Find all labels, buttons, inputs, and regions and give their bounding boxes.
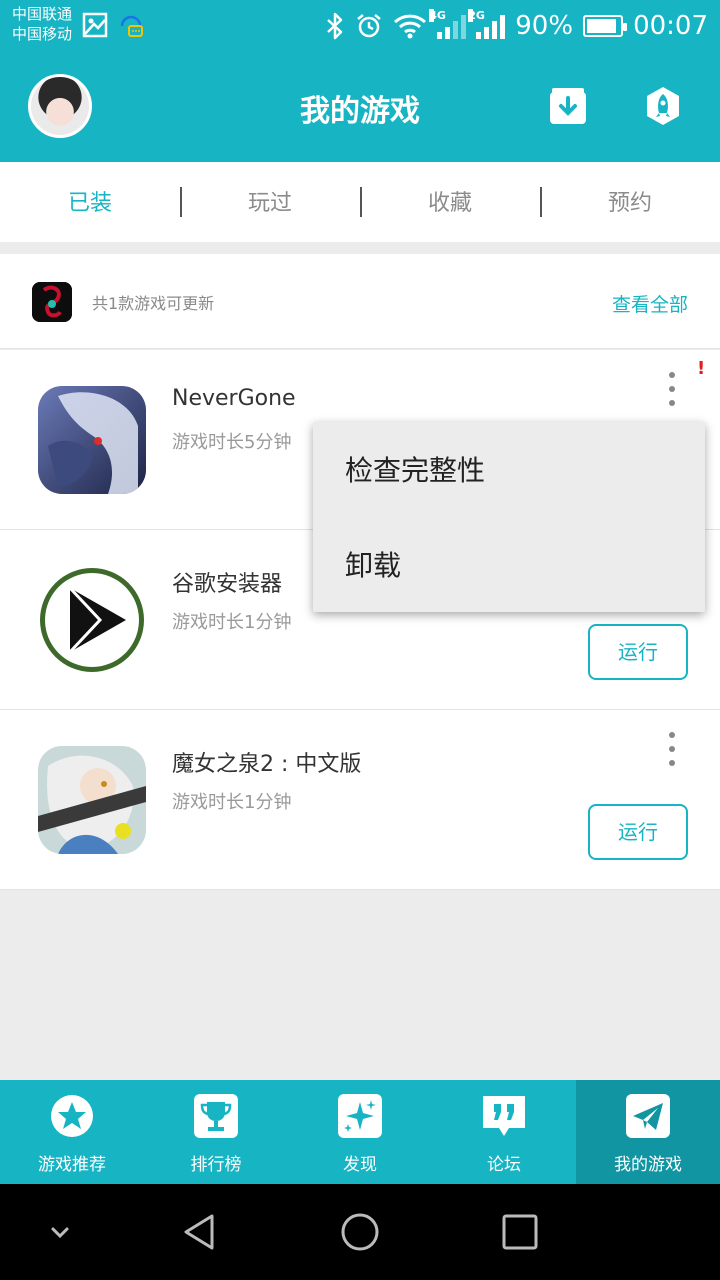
update-banner[interactable]: 共1款游戏可更新 查看全部 xyxy=(0,254,720,349)
update-count-text: 共1款游戏可更新 xyxy=(92,294,215,313)
nav-label: 发现 xyxy=(343,1155,377,1175)
game-name: 谷歌安装器 xyxy=(172,572,283,597)
game-playtime: 游戏时长1分钟 xyxy=(172,612,292,633)
rocket-icon[interactable] xyxy=(643,86,683,126)
more-options-icon[interactable] xyxy=(662,372,682,406)
download-manager-icon[interactable] xyxy=(548,86,588,126)
trophy-icon xyxy=(194,1094,238,1138)
tab-reserved[interactable]: 预约 xyxy=(540,162,720,242)
back-icon[interactable] xyxy=(180,1212,220,1252)
run-button[interactable]: 运行 xyxy=(588,624,688,680)
home-icon[interactable] xyxy=(340,1212,380,1252)
nav-item-rankings[interactable]: 排行榜 xyxy=(144,1080,288,1184)
net-2g-label: 2G xyxy=(468,9,485,22)
menu-item-uninstall[interactable]: 卸载 xyxy=(313,517,705,612)
tab-favorites[interactable]: 收藏 xyxy=(360,162,540,242)
google-installer-icon xyxy=(38,566,146,674)
context-menu: 检查完整性 卸载 xyxy=(313,422,705,612)
tab-bar: 已装 玩过 收藏 预约 xyxy=(0,162,720,242)
nevergone-icon xyxy=(38,386,146,494)
quote-icon xyxy=(483,1096,525,1136)
app-bar: 我的游戏 xyxy=(0,52,720,162)
update-game-icon xyxy=(32,282,72,322)
nav-label: 我的游戏 xyxy=(614,1155,682,1175)
nav-label: 游戏推荐 xyxy=(38,1155,106,1175)
tab-played[interactable]: 玩过 xyxy=(180,162,360,242)
nav-item-discover[interactable]: 发现 xyxy=(288,1080,432,1184)
signal-2g-icon: 2G xyxy=(468,9,506,39)
alarm-icon xyxy=(357,14,382,38)
bottom-nav: 游戏推荐 排行榜 发现 论坛 我的游戏 xyxy=(0,1080,720,1184)
nav-item-forum[interactable]: 论坛 xyxy=(432,1080,576,1184)
update-alert-badge: ! xyxy=(697,358,706,379)
bluetooth-icon xyxy=(327,12,343,40)
status-bar: 中国联通 中国移动 4G 2G 90% 00:07 xyxy=(0,0,720,52)
signal-4g-icon: 4G xyxy=(429,9,467,39)
nav-label: 论坛 xyxy=(487,1155,521,1175)
star-icon xyxy=(51,1095,93,1137)
net-4g-label: 4G xyxy=(429,9,446,22)
system-nav-bar xyxy=(0,1184,720,1280)
image-notification-icon xyxy=(82,12,108,38)
battery-icon xyxy=(583,15,628,37)
nav-item-my-games[interactable]: 我的游戏 xyxy=(576,1080,720,1184)
more-options-icon[interactable] xyxy=(662,732,682,766)
sparkle-icon xyxy=(338,1094,382,1138)
carrier-1: 中国联通 xyxy=(12,5,73,23)
view-all-link[interactable]: 查看全部 xyxy=(612,290,688,317)
chevron-down-icon[interactable] xyxy=(40,1212,80,1252)
battery-percent: 90% xyxy=(515,11,574,41)
carrier-info: 中国联通 中国移动 xyxy=(12,4,72,44)
witch-spring-2-icon xyxy=(38,746,146,854)
tab-installed[interactable]: 已装 xyxy=(0,162,180,242)
game-playtime: 游戏时长5分钟 xyxy=(172,432,292,453)
game-name: 魔女之泉2 : 中文版 xyxy=(172,752,362,777)
game-playtime: 游戏时长1分钟 xyxy=(172,792,292,813)
clock: 00:07 xyxy=(633,11,708,41)
paper-plane-icon xyxy=(626,1094,670,1138)
recent-apps-icon[interactable] xyxy=(500,1212,540,1252)
chat-notification-icon xyxy=(120,15,143,37)
page-title: 我的游戏 xyxy=(300,94,420,129)
list-item-witch-spring-2[interactable]: 魔女之泉2 : 中文版 游戏时长1分钟 运行 xyxy=(0,710,720,890)
game-name: NeverGone xyxy=(172,386,296,411)
nav-item-recommend[interactable]: 游戏推荐 xyxy=(0,1080,144,1184)
run-button[interactable]: 运行 xyxy=(588,804,688,860)
carrier-2: 中国移动 xyxy=(12,25,73,43)
menu-item-check-integrity[interactable]: 检查完整性 xyxy=(313,422,705,517)
wifi-icon xyxy=(394,14,427,39)
nav-label: 排行榜 xyxy=(190,1155,242,1175)
